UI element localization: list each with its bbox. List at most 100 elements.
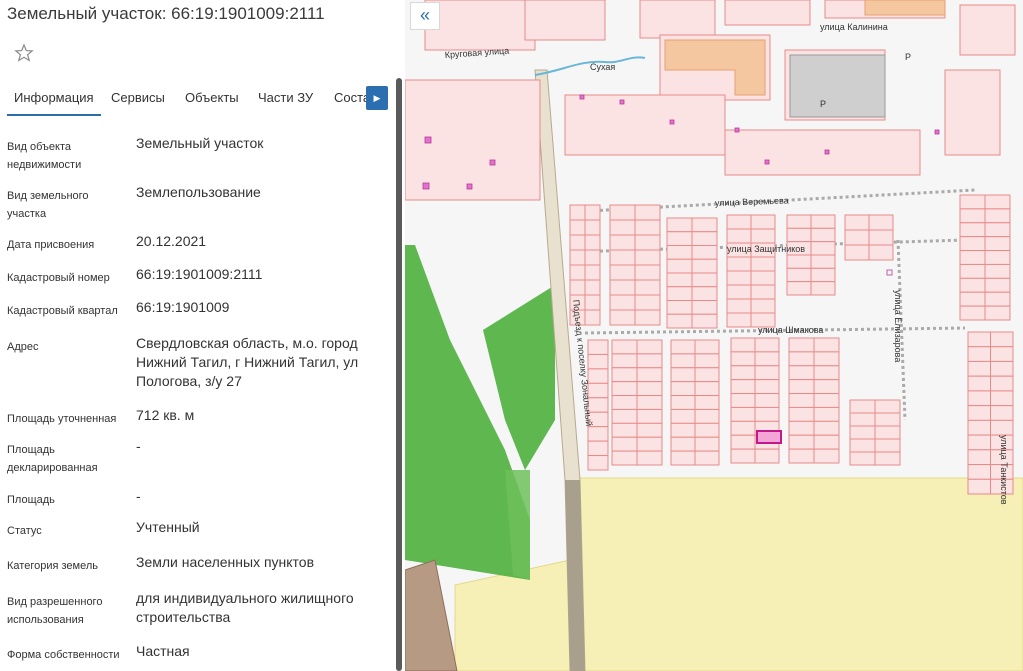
parcel[interactable] (967, 346, 991, 362)
tab-info[interactable]: Информация (7, 84, 101, 116)
scrollbar[interactable] (396, 78, 402, 671)
parcel[interactable] (636, 367, 663, 383)
parcel[interactable] (813, 448, 840, 464)
parcel[interactable] (587, 353, 609, 370)
parcel[interactable] (967, 478, 991, 495)
parcel[interactable] (636, 422, 663, 438)
parcel[interactable] (844, 244, 870, 261)
parcel[interactable] (636, 408, 663, 424)
parcel[interactable] (810, 267, 836, 283)
parcel[interactable] (788, 393, 815, 408)
parcel[interactable] (666, 300, 693, 315)
parcel[interactable] (810, 281, 836, 296)
parcel[interactable] (730, 351, 756, 367)
parcel[interactable] (694, 436, 720, 452)
parcel[interactable] (959, 305, 986, 321)
parcel[interactable] (569, 219, 586, 236)
parcel[interactable] (611, 353, 638, 369)
parcel[interactable] (959, 236, 986, 252)
parcel[interactable] (984, 277, 1011, 293)
parcel[interactable] (990, 346, 1014, 362)
parcel[interactable] (726, 298, 752, 314)
parcel[interactable] (670, 367, 696, 383)
parcel[interactable] (691, 313, 718, 329)
parcel[interactable] (666, 286, 693, 301)
parcel[interactable] (587, 440, 609, 457)
parcel[interactable] (810, 254, 836, 269)
parcel[interactable] (786, 214, 812, 229)
parcel[interactable] (810, 214, 836, 229)
parcel[interactable] (874, 438, 901, 453)
parcel[interactable] (750, 256, 776, 272)
parcel[interactable] (874, 425, 901, 440)
parcel[interactable] (611, 395, 638, 410)
parcel[interactable] (813, 351, 840, 367)
parcel[interactable] (967, 331, 991, 348)
tabs-next-button[interactable]: ▶ (366, 86, 388, 110)
parcel[interactable] (666, 245, 693, 260)
parcel[interactable] (691, 258, 718, 274)
parcel[interactable] (750, 284, 776, 300)
parcel[interactable] (691, 286, 718, 301)
parcel[interactable] (750, 228, 776, 244)
parcel[interactable] (726, 270, 752, 286)
parcel[interactable] (609, 279, 636, 296)
parcel[interactable] (609, 219, 636, 236)
parcel[interactable] (611, 408, 638, 424)
parcel[interactable] (990, 390, 1014, 407)
parcel[interactable] (636, 450, 663, 466)
parcel[interactable] (609, 309, 636, 326)
parcel[interactable] (990, 419, 1014, 436)
parcel[interactable] (984, 236, 1011, 252)
parcel[interactable] (609, 249, 636, 266)
parcel[interactable] (849, 425, 876, 440)
parcel[interactable] (813, 379, 840, 395)
parcel[interactable] (967, 405, 991, 421)
parcel[interactable] (634, 309, 661, 326)
parcel[interactable] (959, 208, 986, 224)
parcel[interactable] (691, 245, 718, 260)
parcel[interactable] (694, 408, 720, 424)
parcel[interactable] (730, 365, 756, 381)
parcel[interactable] (726, 284, 752, 300)
parcel[interactable] (584, 309, 601, 326)
parcel[interactable] (967, 419, 991, 436)
parcel[interactable] (670, 450, 696, 466)
parcel[interactable] (584, 219, 601, 236)
parcel[interactable] (584, 234, 601, 251)
parcel[interactable] (786, 227, 812, 243)
parcel[interactable] (959, 194, 986, 210)
parcel[interactable] (849, 399, 876, 414)
parcel[interactable] (874, 412, 901, 427)
parcel[interactable] (813, 420, 840, 436)
parcel[interactable] (844, 214, 870, 231)
parcel[interactable] (754, 406, 780, 422)
parcel[interactable] (609, 204, 636, 221)
parcel[interactable] (611, 450, 638, 466)
parcel[interactable] (810, 227, 836, 243)
parcel[interactable] (670, 353, 696, 369)
parcel[interactable] (694, 395, 720, 410)
parcel[interactable] (959, 291, 986, 307)
parcel[interactable] (813, 365, 840, 381)
parcel[interactable] (670, 436, 696, 452)
parcel[interactable] (874, 451, 901, 466)
parcel[interactable] (634, 279, 661, 296)
parcel[interactable] (587, 368, 609, 384)
parcel[interactable] (569, 234, 586, 251)
parcel[interactable] (730, 379, 756, 395)
parcel[interactable] (813, 434, 840, 450)
parcel[interactable] (849, 412, 876, 427)
parcel[interactable] (849, 451, 876, 466)
parcel[interactable] (786, 254, 812, 269)
parcel[interactable] (666, 313, 693, 329)
parcel[interactable] (967, 390, 991, 407)
parcel[interactable] (990, 375, 1014, 392)
parcel[interactable] (967, 449, 991, 466)
parcel[interactable] (750, 298, 776, 314)
parcel[interactable] (959, 222, 986, 238)
tab-composition[interactable]: Соста (334, 84, 370, 114)
parcel[interactable] (587, 455, 609, 471)
parcel[interactable] (636, 436, 663, 452)
parcel[interactable] (691, 231, 718, 246)
